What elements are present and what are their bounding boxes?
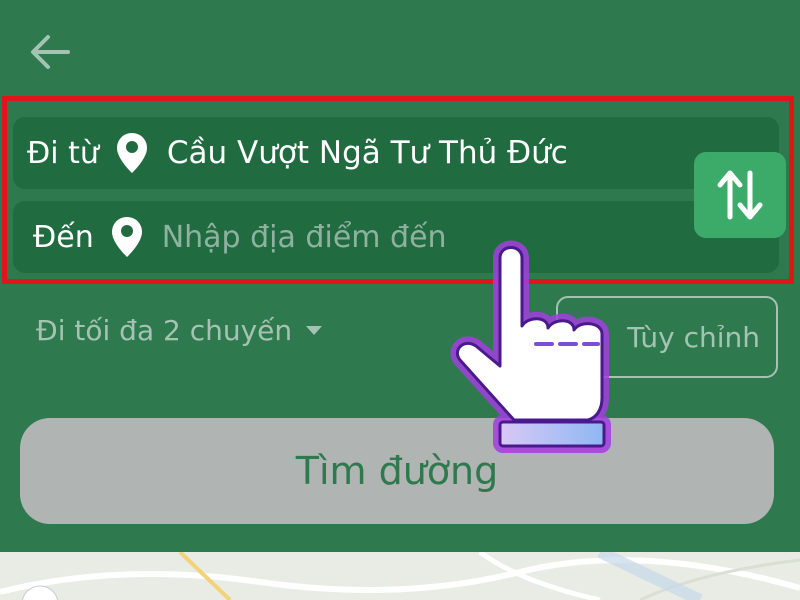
highlight-frame [2,96,794,284]
arrow-left-icon [31,35,70,69]
pointing-hand-icon [440,234,630,458]
swap-vertical-icon [717,170,763,220]
back-button[interactable] [26,28,74,76]
max-trips-label: Đi tối đa 2 chuyến [36,314,293,347]
swap-button[interactable] [694,152,786,238]
customize-label: Tùy chỉnh [627,320,760,354]
chevron-down-icon [306,326,323,335]
max-trips-dropdown[interactable]: Đi tối đa 2 chuyến [36,314,323,347]
map-preview[interactable] [0,552,800,600]
find-route-button[interactable]: Tìm đường [20,418,774,524]
